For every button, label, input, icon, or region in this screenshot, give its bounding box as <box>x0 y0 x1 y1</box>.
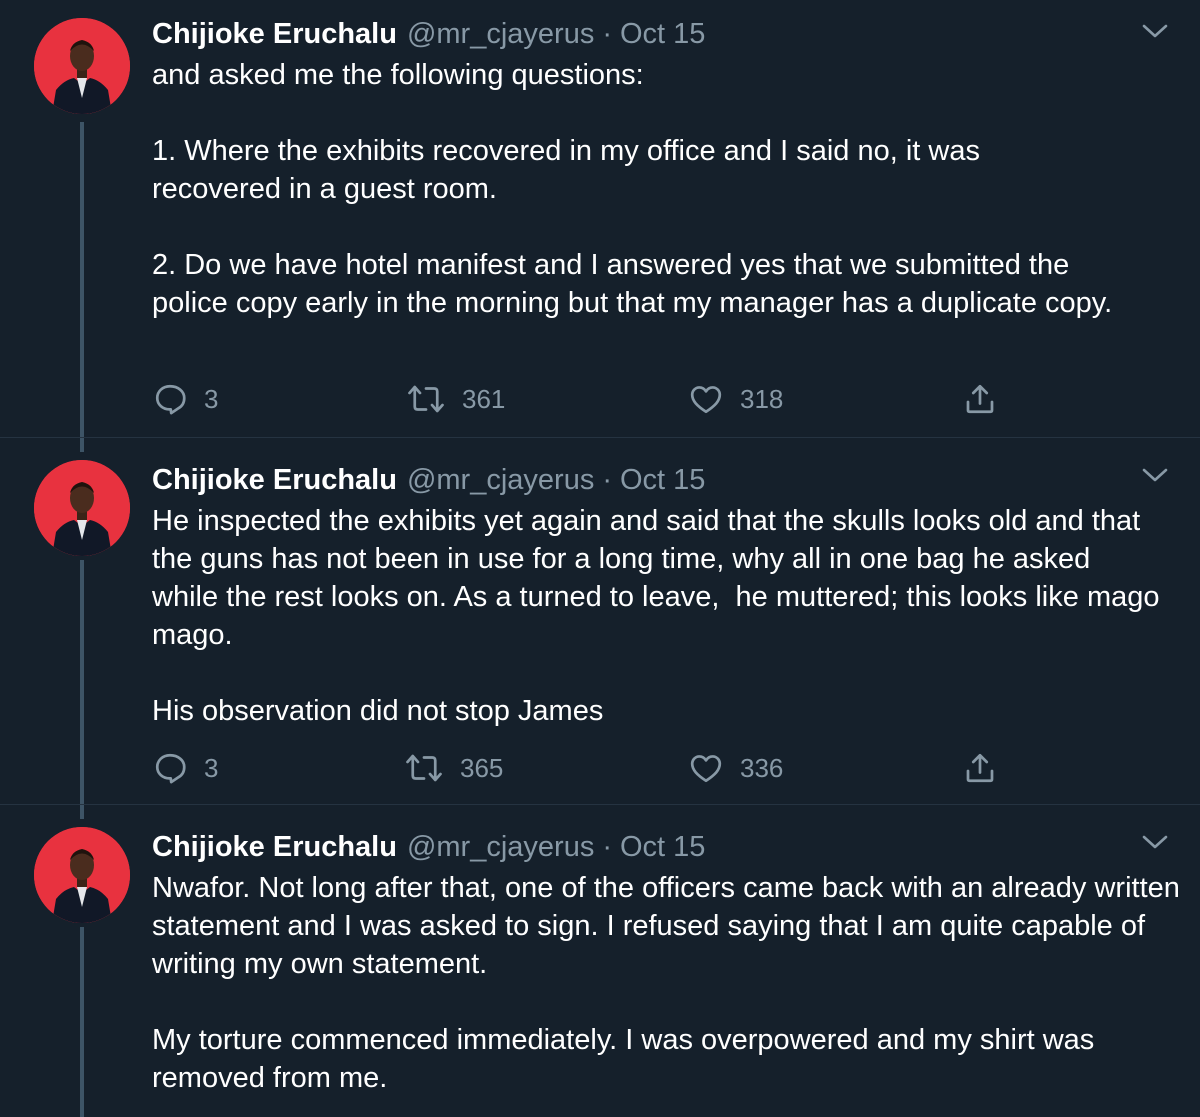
tweet-date[interactable]: Oct 15 <box>620 831 705 863</box>
like-button[interactable]: 318 <box>688 379 783 419</box>
author-name[interactable]: Chijioke Eruchalu <box>152 18 397 50</box>
reply-button[interactable]: 3 <box>152 379 218 419</box>
tweet-paragraph: Nwafor. Not long after that, one of the … <box>152 872 1188 980</box>
chevron-down-icon[interactable] <box>1140 20 1170 42</box>
like-button[interactable]: 336 <box>688 748 783 788</box>
reply-icon <box>155 384 186 415</box>
retweet-button[interactable]: 361 <box>406 379 505 419</box>
tweet-paragraph: He inspected the exhibits yet again and … <box>152 505 1168 651</box>
separator-dot: · <box>602 831 612 863</box>
tweet-paragraph: and asked me the following questions: <box>152 59 644 91</box>
thread-line <box>80 122 84 437</box>
reply-count: 3 <box>204 752 219 783</box>
reply-button[interactable]: 3 <box>152 748 218 788</box>
tweet-paragraph: His observation did not stop James <box>152 695 604 727</box>
retweet-count: 361 <box>462 383 506 414</box>
tweet-text: He inspected the exhibits yet again and … <box>152 502 1182 730</box>
share-icon <box>966 753 994 783</box>
tweet-date[interactable]: Oct 15 <box>620 464 705 496</box>
like-icon <box>690 755 722 783</box>
avatar[interactable] <box>34 827 130 923</box>
tweet-paragraph: 1. Where the exhibits recovered in my of… <box>152 135 989 205</box>
thread-line <box>80 805 84 819</box>
retweet-icon <box>408 385 444 413</box>
reply-count: 3 <box>204 383 219 414</box>
separator-dot: · <box>602 18 612 50</box>
share-button[interactable] <box>962 748 998 788</box>
tweet-text: Nwafor. Not long after that, one of the … <box>152 869 1182 1097</box>
avatar[interactable] <box>34 460 130 556</box>
share-button[interactable] <box>962 379 998 419</box>
tweet-header: Chijioke Eruchalu @mr_cjayerus · Oct 15 <box>152 827 705 867</box>
tweet[interactable]: Chijioke Eruchalu @mr_cjayerus · Oct 15 He … <box>0 437 1200 805</box>
thread-line <box>80 560 84 805</box>
author-name[interactable]: Chijioke Eruchalu <box>152 831 397 863</box>
retweet-count: 365 <box>460 752 504 783</box>
avatar-image <box>34 460 130 556</box>
author-handle[interactable]: @mr_cjayerus <box>407 464 594 496</box>
avatar-image <box>34 827 130 923</box>
avatar[interactable] <box>34 18 130 114</box>
chevron-down-icon[interactable] <box>1140 831 1170 853</box>
tweet-paragraph: My torture commenced immediately. I was … <box>152 1024 1103 1094</box>
thread-line <box>80 927 84 1117</box>
tweet-text: and asked me the following questions: 1.… <box>152 56 1182 322</box>
reply-icon <box>155 753 186 784</box>
share-icon <box>966 384 994 414</box>
like-count: 318 <box>740 383 784 414</box>
tweet-header: Chijioke Eruchalu @mr_cjayerus · Oct 15 <box>152 14 705 54</box>
tweet-paragraph: 2. Do we have hotel manifest and I answe… <box>152 249 1113 319</box>
author-name[interactable]: Chijioke Eruchalu <box>152 464 397 496</box>
avatar-image <box>34 18 130 114</box>
tweet-date[interactable]: Oct 15 <box>620 18 705 50</box>
author-handle[interactable]: @mr_cjayerus <box>407 18 594 50</box>
author-handle[interactable]: @mr_cjayerus <box>407 831 594 863</box>
retweet-icon <box>406 754 442 782</box>
like-icon <box>690 386 722 414</box>
chevron-down-icon[interactable] <box>1140 464 1170 486</box>
thread-line <box>80 438 84 452</box>
tweet-header: Chijioke Eruchalu @mr_cjayerus · Oct 15 <box>152 460 705 500</box>
tweet[interactable]: Chijioke Eruchalu @mr_cjayerus · Oct 15 Nwa… <box>0 804 1200 1117</box>
tweet[interactable]: Chijioke Eruchalu @mr_cjayerus · Oct 15 and… <box>0 0 1200 437</box>
retweet-button[interactable]: 365 <box>404 748 503 788</box>
separator-dot: · <box>602 464 612 496</box>
like-count: 336 <box>740 752 784 783</box>
